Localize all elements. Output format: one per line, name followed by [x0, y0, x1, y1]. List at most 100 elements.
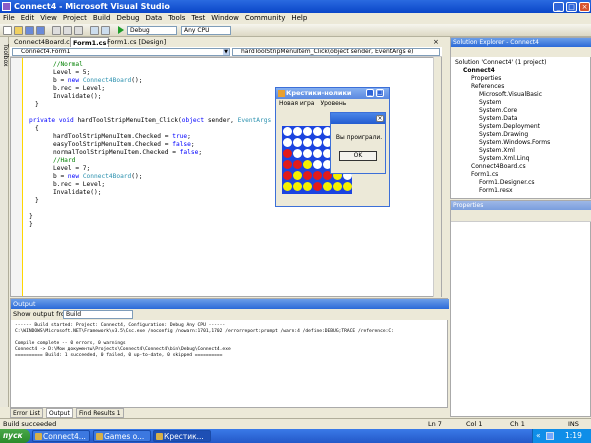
taskbar-button[interactable]: Games o...: [93, 430, 151, 442]
maximize-button[interactable]: □: [566, 1, 577, 12]
solution-tree-item[interactable]: Form1.cs: [471, 171, 498, 179]
output-source-select[interactable]: Build: [63, 310, 133, 319]
open-folder-icon[interactable]: [14, 26, 23, 35]
navigation-bar: Connect4.Form1 ▼ hardToolStripMenuItem_Cl…: [10, 47, 442, 57]
task-app-icon: [156, 433, 163, 440]
taskbar: пуск Connect4... Games o... Крестик... « 1…: [0, 429, 591, 443]
solution-tree-item[interactable]: System.Drawing: [479, 131, 528, 139]
solution-tree-item[interactable]: System.Data: [479, 115, 518, 123]
tab-document[interactable]: Form1.cs [Design]: [105, 37, 168, 47]
menu-edit[interactable]: Edit: [18, 14, 38, 22]
solution-tree-item[interactable]: Connect4Board.cs: [471, 163, 526, 171]
solution-tree-item[interactable]: Form1.Designer.cs: [479, 179, 535, 187]
bottom-tab[interactable]: Output: [46, 408, 73, 418]
solution-tree-item[interactable]: System: [479, 99, 501, 107]
start-button[interactable]: пуск: [0, 429, 30, 443]
menu-build[interactable]: Build: [90, 14, 114, 22]
bottom-tab[interactable]: Error List: [10, 408, 44, 418]
menu-tools[interactable]: Tools: [165, 14, 188, 22]
properties-panel: Properties: [450, 200, 591, 417]
editor-scrollbar[interactable]: [433, 57, 441, 297]
solution-tree-item[interactable]: Microsoft.VisualBasic: [479, 91, 542, 99]
cut-icon[interactable]: [52, 26, 61, 35]
solution-tree-item[interactable]: Solution 'Connect4' (1 project): [455, 59, 546, 67]
board-disc: [303, 127, 312, 136]
solution-tree-item[interactable]: System.Core: [479, 107, 517, 115]
code-line: }: [35, 101, 39, 108]
start-debugging-icon[interactable]: [118, 26, 124, 34]
game-menu-item[interactable]: Уровень: [317, 100, 349, 107]
code-line: b.rec = Level;: [53, 181, 106, 188]
network-icon[interactable]: [546, 432, 554, 440]
game-maximize-button[interactable]: □: [376, 89, 384, 97]
undo-icon[interactable]: [90, 26, 99, 35]
visual-studio-icon: [2, 2, 11, 11]
board-disc: [303, 160, 312, 169]
redo-icon[interactable]: [101, 26, 110, 35]
paste-icon[interactable]: [74, 26, 83, 35]
board-disc: [283, 127, 292, 136]
message-close-button[interactable]: ×: [376, 115, 384, 122]
game-minimize-button[interactable]: _: [366, 89, 374, 97]
minimize-button[interactable]: _: [553, 1, 564, 12]
code-line: {: [35, 125, 39, 132]
game-menu-item[interactable]: Новая игра: [276, 100, 317, 107]
solution-tree-item[interactable]: System.Xml.Linq: [479, 155, 529, 163]
menu-community[interactable]: Community: [242, 14, 289, 22]
menu-data[interactable]: Data: [142, 14, 165, 22]
output-panel-title: Output: [11, 299, 449, 309]
code-line: Level = 7;: [53, 165, 91, 172]
board-disc: [313, 127, 322, 136]
code-line: }: [29, 213, 33, 220]
board-disc: [303, 182, 312, 191]
save-icon[interactable]: [25, 26, 34, 35]
solution-tree-item[interactable]: Connect4: [463, 67, 495, 75]
output-panel: Output Show output from: Build ------ Bu…: [10, 298, 449, 408]
code-line: normalToolStripMenuItem.Checked = false;: [53, 149, 203, 156]
menu-view[interactable]: View: [37, 14, 60, 22]
solution-tree-item[interactable]: Properties: [471, 75, 501, 83]
ok-button[interactable]: OK: [339, 151, 377, 161]
solution-tree-item[interactable]: System.Windows.Forms: [479, 139, 550, 147]
new-project-icon[interactable]: [3, 26, 12, 35]
menu-project[interactable]: Project: [60, 14, 90, 22]
menu-window[interactable]: Window: [208, 14, 242, 22]
configuration-value: Debug: [130, 27, 150, 34]
output-source-value: Build: [66, 311, 82, 318]
configuration-select[interactable]: Debug: [127, 26, 177, 35]
solution-explorer-title: Solution Explorer - Connect4: [451, 38, 591, 47]
solution-tree-item[interactable]: System.Deployment: [479, 123, 540, 131]
chevron-down-icon: ▼: [223, 49, 229, 55]
toolbox-label[interactable]: Toolbox: [1, 44, 9, 67]
board-disc: [303, 138, 312, 147]
menu-debug[interactable]: Debug: [113, 14, 142, 22]
class-dropdown[interactable]: Connect4.Form1 ▼: [12, 48, 230, 56]
menu-file[interactable]: File: [0, 14, 18, 22]
solution-tree-item[interactable]: System.Xml: [479, 147, 515, 155]
menu-help[interactable]: Help: [288, 14, 310, 22]
menu-test[interactable]: Test: [188, 14, 208, 22]
board-disc: [313, 171, 322, 180]
close-button[interactable]: ×: [579, 1, 590, 12]
toolbox-strip[interactable]: [0, 37, 9, 407]
code-line: private void hardToolStripMenuItem_Click…: [29, 117, 279, 124]
code-line: }: [35, 197, 39, 204]
solution-tree-item[interactable]: Form1.resx: [479, 187, 513, 195]
tab-document[interactable]: Connect4Board.cs: [12, 37, 75, 47]
member-dropdown[interactable]: hardToolStripMenuItem_Click(object sende…: [232, 48, 440, 56]
copy-icon[interactable]: [63, 26, 72, 35]
taskbar-button[interactable]: Connect4...: [32, 430, 90, 442]
taskbar-button-label: Крестик...: [164, 432, 204, 441]
platform-select[interactable]: Any CPU: [181, 26, 231, 35]
save-all-icon[interactable]: [36, 26, 45, 35]
code-line: Invalidate();: [53, 189, 102, 196]
tray-arrow-icon[interactable]: «: [536, 429, 541, 443]
tab-document[interactable]: Form1.cs: [70, 37, 110, 47]
close-document-icon[interactable]: ×: [433, 38, 439, 46]
bottom-tab[interactable]: Find Results 1: [76, 408, 124, 418]
board-disc: [283, 171, 292, 180]
solution-tree-item[interactable]: References: [471, 83, 504, 91]
code-line: b.rec = Level;: [53, 85, 106, 92]
board-disc: [283, 160, 292, 169]
taskbar-button[interactable]: Крестик...: [153, 430, 211, 442]
